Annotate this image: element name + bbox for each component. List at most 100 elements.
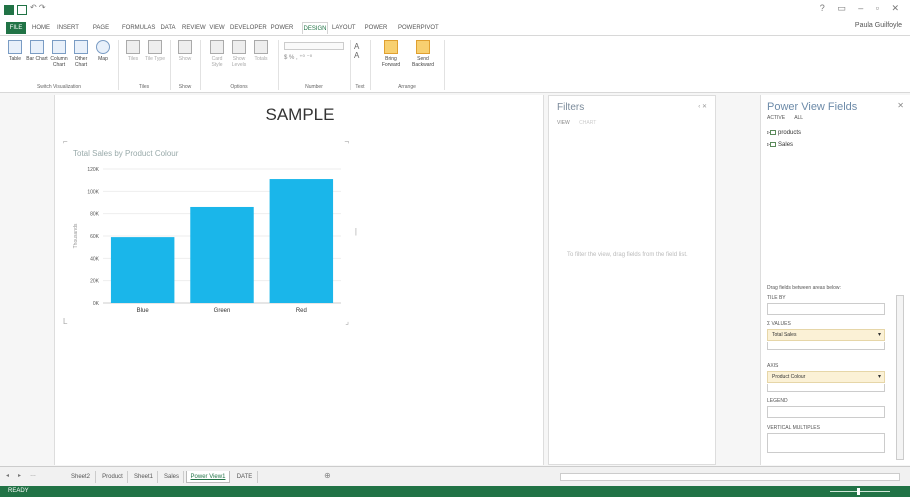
number-format-buttons[interactable]: $ % , ⁺⁰ ⁻⁰: [284, 54, 344, 61]
field-table-products[interactable]: ▹ products: [767, 129, 801, 136]
map-button[interactable]: Map: [92, 40, 114, 62]
field-table-sales[interactable]: ▹ Sales: [767, 141, 793, 148]
filters-controls[interactable]: ‹ ✕: [698, 103, 707, 110]
tile-by-label: TILE BY: [767, 295, 786, 301]
resize-handle[interactable]: |: [355, 227, 357, 236]
tab-view[interactable]: VIEW: [557, 120, 570, 126]
values-field-item[interactable]: Total Sales ▾: [767, 329, 885, 341]
table-icon: [770, 141, 777, 147]
power-view-canvas[interactable]: SAMPLE ⌐ ¬ L ⌟ | 0K 20K 40K 60K 80K 100K 120K B…: [54, 95, 544, 465]
title-bar: ↶ ↷ ? ▭ – ▫ ✕: [0, 0, 910, 20]
totals-button[interactable]: Totals: [250, 40, 272, 62]
chart-container[interactable]: ⌐ ¬ L ⌟ | 0K 20K 40K 60K 80K 100K 120K Blue Gree…: [63, 137, 357, 326]
vertical-multiples-dropzone[interactable]: [767, 433, 885, 453]
tiles-button[interactable]: Tiles: [122, 40, 144, 62]
chevron-down-icon[interactable]: ▾: [878, 330, 881, 340]
bring-forward-button[interactable]: Bring Forward: [376, 40, 406, 68]
group-divider: [278, 40, 279, 90]
tiles-label: Tiles: [127, 56, 139, 62]
tab-all[interactable]: ALL: [794, 115, 803, 121]
group-divider: [200, 40, 201, 90]
column-chart-button[interactable]: Column Chart: [48, 40, 70, 68]
show-button[interactable]: Show: [174, 40, 196, 62]
sheet-nav-right-icon[interactable]: ▸: [18, 472, 21, 479]
values-dropzone[interactable]: [767, 342, 885, 350]
bar-chart-button[interactable]: Bar Chart: [26, 40, 48, 62]
sheet-tab[interactable]: Sheet2: [66, 471, 96, 483]
tab-page-layout[interactable]: PAGE LAYOUT: [84, 22, 118, 43]
axis-field-item[interactable]: Product Colour ▾: [767, 371, 885, 383]
chart-bar[interactable]: [269, 179, 334, 303]
tab-review[interactable]: REVIEW: [182, 22, 206, 34]
card-style-label: Card Style: [211, 56, 223, 68]
tile-type-icon: [148, 40, 162, 54]
tab-chart[interactable]: CHART: [579, 120, 596, 126]
sheet-tab[interactable]: Sheet1: [130, 471, 158, 483]
show-levels-button[interactable]: Show Levels: [228, 40, 250, 68]
tab-active[interactable]: ACTIVE: [767, 115, 785, 121]
horizontal-scrollbar[interactable]: [560, 473, 900, 481]
sheet-tab[interactable]: DATE: [232, 471, 258, 483]
chart-bar[interactable]: [190, 206, 254, 303]
tile-by-dropzone[interactable]: [767, 303, 885, 315]
chart-bar[interactable]: [110, 237, 175, 303]
tab-file[interactable]: FILE: [6, 22, 26, 34]
table-label: Table: [9, 56, 21, 62]
sheet-nav-more-icon[interactable]: …: [30, 472, 36, 478]
send-backward-button[interactable]: Send Backward: [408, 40, 438, 68]
tab-view[interactable]: VIEW: [208, 22, 226, 34]
fields-scrollbar[interactable]: [896, 295, 904, 460]
table-name: Sales: [778, 142, 794, 148]
group-divider: [170, 40, 171, 90]
other-chart-button[interactable]: Other Chart: [70, 40, 92, 68]
arrange-group-label: Arrange: [398, 84, 416, 90]
vertical-multiples-label: VERTICAL MULTIPLES: [767, 425, 820, 431]
font-size-icon[interactable]: AA: [354, 42, 359, 60]
tab-home[interactable]: HOME: [30, 22, 52, 34]
fields-title: Power View Fields: [767, 101, 858, 113]
power-view-fields-pane: Power View Fields ✕ ACTIVE ALL ▹ products…: [760, 95, 910, 465]
tab-formulas[interactable]: FORMULAS: [122, 22, 155, 34]
undo-redo-icon[interactable]: ↶ ↷: [30, 3, 54, 13]
send-backward-label: Send Backward: [412, 56, 434, 68]
tab-power-query[interactable]: POWER QUERY: [358, 22, 394, 43]
card-style-button[interactable]: Card Style: [206, 40, 228, 68]
tab-design[interactable]: DESIGN: [302, 22, 328, 34]
sheet-nav-left-icon[interactable]: ◂: [6, 472, 9, 479]
bar-chart-label: Bar Chart: [26, 56, 48, 62]
show-levels-label: Show Levels: [231, 56, 247, 68]
options-group-label: Options: [230, 84, 248, 90]
table-button[interactable]: Table: [4, 40, 26, 62]
tab-developer[interactable]: DEVELOPER: [230, 22, 267, 34]
axis-dropzone[interactable]: [767, 384, 885, 392]
y-tick-label: 20K: [90, 279, 100, 285]
other-chart-label: Other Chart: [74, 56, 88, 68]
card-style-icon: [210, 40, 224, 54]
bring-forward-label: Bring Forward: [381, 56, 401, 68]
totals-icon: [254, 40, 268, 54]
tab-insert[interactable]: INSERT: [56, 22, 80, 34]
show-group-label: Show: [178, 84, 192, 90]
zoom-slider[interactable]: [830, 491, 890, 492]
close-icon[interactable]: ✕: [897, 101, 904, 110]
page-title[interactable]: SAMPLE: [55, 105, 545, 125]
ribbon-tabs: FILE HOME INSERT PAGE LAYOUT FORMULASDATA REV…: [0, 20, 910, 43]
sheet-tab[interactable]: Product: [98, 471, 128, 483]
chevron-down-icon[interactable]: ▾: [878, 372, 881, 382]
tab-powerpivot[interactable]: POWERPIVOT: [398, 22, 439, 34]
tab-power-view[interactable]: POWER VIEW: [266, 22, 298, 43]
number-format-dropdown[interactable]: [284, 42, 344, 50]
tile-type-button[interactable]: Tile Type: [144, 40, 166, 62]
zoom-slider-thumb[interactable]: [857, 488, 860, 495]
fields-tabs: ACTIVE ALL: [767, 115, 811, 121]
sheet-tab-bar: ◂ ▸ … Sheet2 Product Sheet1 Sales Power View…: [0, 466, 910, 486]
window-controls[interactable]: ? ▭ – ▫ ✕: [820, 3, 904, 14]
tab-data[interactable]: DATA: [158, 22, 178, 34]
user-name[interactable]: Paula Guilfoyle: [855, 22, 902, 29]
sheet-tab[interactable]: Power View1: [186, 471, 230, 483]
sheet-tab[interactable]: Sales: [160, 471, 184, 483]
save-icon[interactable]: [17, 5, 27, 15]
legend-dropzone[interactable]: [767, 406, 885, 418]
add-sheet-icon[interactable]: ⊕: [324, 471, 331, 480]
tab-layout[interactable]: LAYOUT: [332, 22, 356, 34]
